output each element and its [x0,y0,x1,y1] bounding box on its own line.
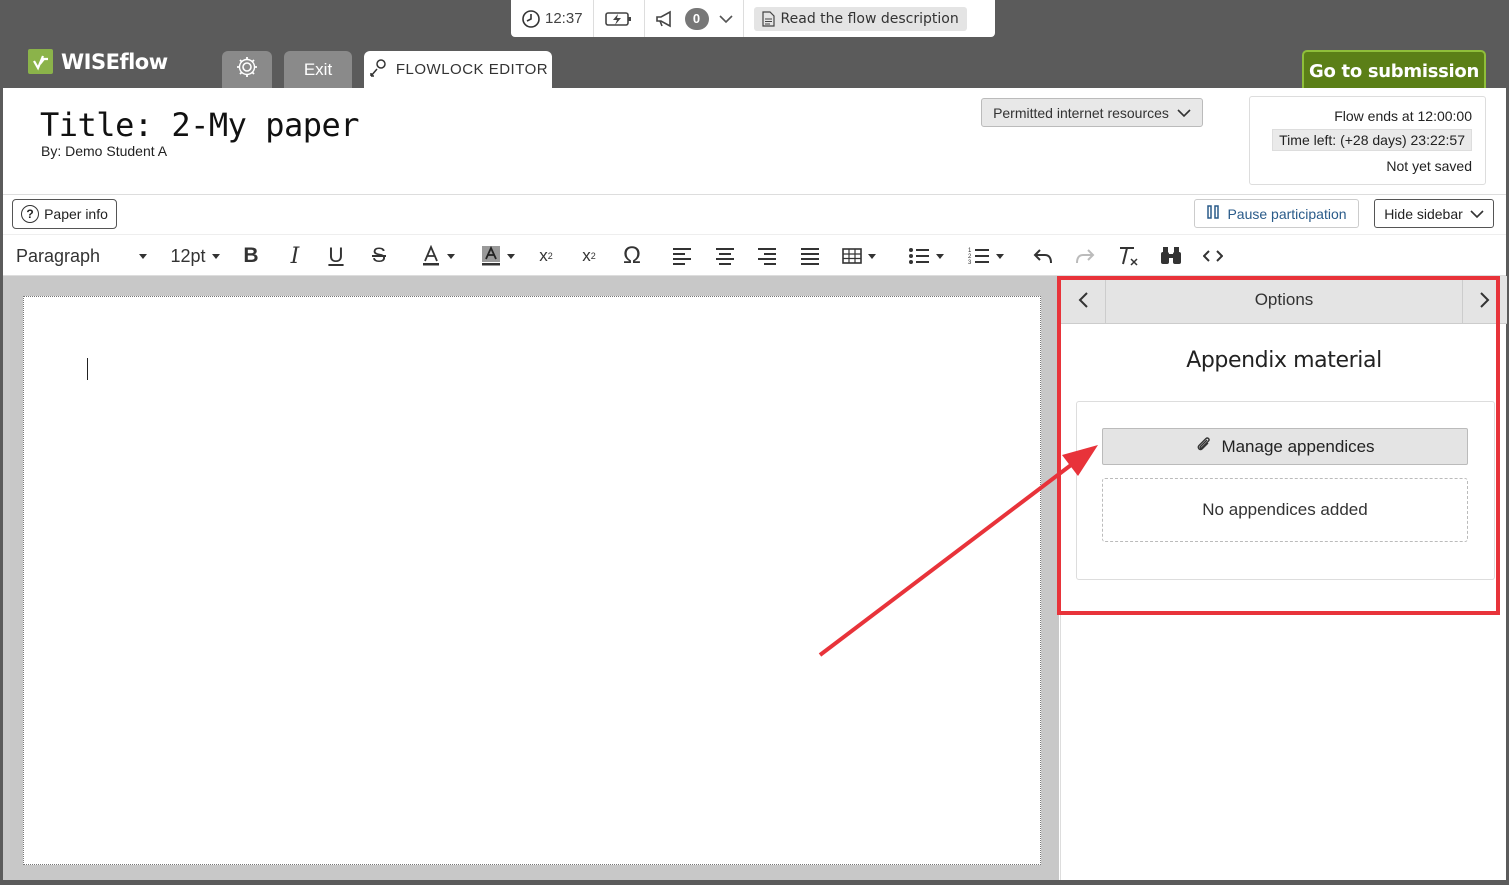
header-divider [3,194,1506,195]
redo-icon[interactable] [1073,235,1097,277]
save-status: Not yet saved [1386,158,1472,174]
format-label: Paragraph [16,245,101,266]
gear-icon [234,54,260,85]
paper-info-label: Paper info [44,206,108,222]
caret-down-icon [507,253,515,259]
go-to-submission-button[interactable]: Go to submission [1302,50,1486,90]
caret-down-icon [447,253,455,259]
align-justify-icon[interactable] [798,235,822,277]
undo-icon[interactable] [1031,235,1055,277]
svg-text:3: 3 [968,260,972,266]
clear-formatting-icon[interactable] [1115,235,1141,277]
caret-down-icon [868,253,876,259]
chevron-left-icon[interactable] [1061,276,1106,324]
logo-text: WISEflow [61,49,168,74]
document-editor[interactable] [23,296,1041,865]
chevron-right-icon[interactable] [1462,276,1507,324]
bold-icon[interactable]: B [239,235,263,277]
text-cursor [87,358,88,380]
page-title: Title: 2-My paper [40,106,360,144]
appendix-box: Manage appendices No appendices added [1076,401,1495,580]
go-to-submission-label: Go to submission [1309,60,1479,82]
read-description-segment: Read the flow description [744,0,977,37]
caret-down-icon [996,253,1004,259]
settings-tab[interactable] [222,51,272,88]
paper-info-button[interactable]: ? Paper info [12,199,117,229]
power-segment[interactable] [594,0,645,37]
editor-toolbar: Paragraph 12pt B I U S x2 x2 Ω 1 2 3 [3,234,1506,276]
manage-appendices-button[interactable]: Manage appendices [1102,428,1468,465]
table-icon[interactable] [839,235,879,277]
clock-time: 12:37 [545,10,583,27]
sidebar-nav-title: Options [1254,290,1314,309]
chevron-down-icon [1470,206,1484,222]
permitted-resources-dropdown[interactable]: Permitted internet resources [981,98,1203,127]
flowlock-editor-tab[interactable]: FLOWLOCK EDITOR [364,51,552,88]
strikethrough-icon[interactable]: S [367,235,391,277]
font-size-label: 12pt [170,245,206,266]
logo-mark-icon [28,49,53,74]
source-code-icon[interactable] [1200,235,1226,277]
document-icon [761,10,775,27]
exit-tab[interactable]: Exit [284,51,352,88]
battery-charging-icon [604,9,634,29]
flow-ends: Flow ends at 12:00:00 [1334,108,1472,124]
subscript-icon[interactable]: x2 [533,235,559,277]
permitted-resources-label: Permitted internet resources [993,104,1169,121]
pause-label: Pause participation [1227,205,1347,222]
options-sidebar: Options Appendix material Manage appendi… [1060,276,1507,880]
clock-segment: 12:37 [511,0,594,37]
caret-down-icon [211,253,220,259]
paper-author: By: Demo Student A [41,143,168,159]
appendix-section-title: Appendix material [1186,348,1382,373]
special-character-icon[interactable]: Ω [618,235,646,277]
chevron-down-icon[interactable] [718,14,733,24]
format-select[interactable]: Paragraph [16,235,151,277]
paperclip-icon [1195,435,1213,458]
wiseflow-logo: WISEflow [28,49,168,74]
numbered-list-icon[interactable]: 123 [961,235,1011,277]
no-appendices-placeholder: No appendices added [1102,478,1468,542]
align-center-icon[interactable] [713,235,737,277]
notification-badge: 0 [684,7,709,30]
caret-down-icon [139,253,147,259]
superscript-icon[interactable]: x2 [576,235,602,277]
align-left-icon[interactable] [670,235,694,277]
pause-participation-button[interactable]: Pause participation [1194,199,1359,228]
time-left: Time left: (+28 days) 23:22:57 [1272,129,1472,151]
bullet-list-icon[interactable] [901,235,951,277]
main-panel: Title: 2-My paper By: Demo Student A Per… [3,88,1507,880]
sidebar-nav: Options [1061,276,1507,324]
read-description-label: Read the flow description [780,10,959,27]
underline-icon[interactable]: U [324,235,348,277]
italic-icon[interactable]: I [283,235,307,277]
read-description-button[interactable]: Read the flow description [753,6,967,31]
font-size-select[interactable]: 12pt [169,235,221,277]
highlight-color-icon[interactable] [473,235,523,277]
hide-sidebar-dropdown[interactable]: Hide sidebar [1374,199,1494,228]
flow-info-panel: Flow ends at 12:00:00 Time left: (+28 da… [1249,96,1486,185]
question-icon: ? [21,205,40,223]
exit-label: Exit [303,59,333,79]
chevron-down-icon [1177,105,1191,121]
editor-user-icon [368,58,388,82]
status-bar: 12:37 0 Read the flow description [511,0,995,37]
text-color-icon[interactable] [413,235,463,277]
find-replace-icon[interactable] [1158,235,1184,277]
announcements-segment[interactable]: 0 [645,0,744,37]
caret-down-icon [936,253,944,259]
align-right-icon[interactable] [755,235,779,277]
megaphone-icon [655,10,677,28]
clock-icon [521,9,541,29]
hide-sidebar-label: Hide sidebar [1384,205,1463,222]
editor-tab-label: FLOWLOCK EDITOR [395,61,549,78]
pause-icon [1206,205,1220,222]
manage-appendices-label: Manage appendices [1221,436,1375,456]
